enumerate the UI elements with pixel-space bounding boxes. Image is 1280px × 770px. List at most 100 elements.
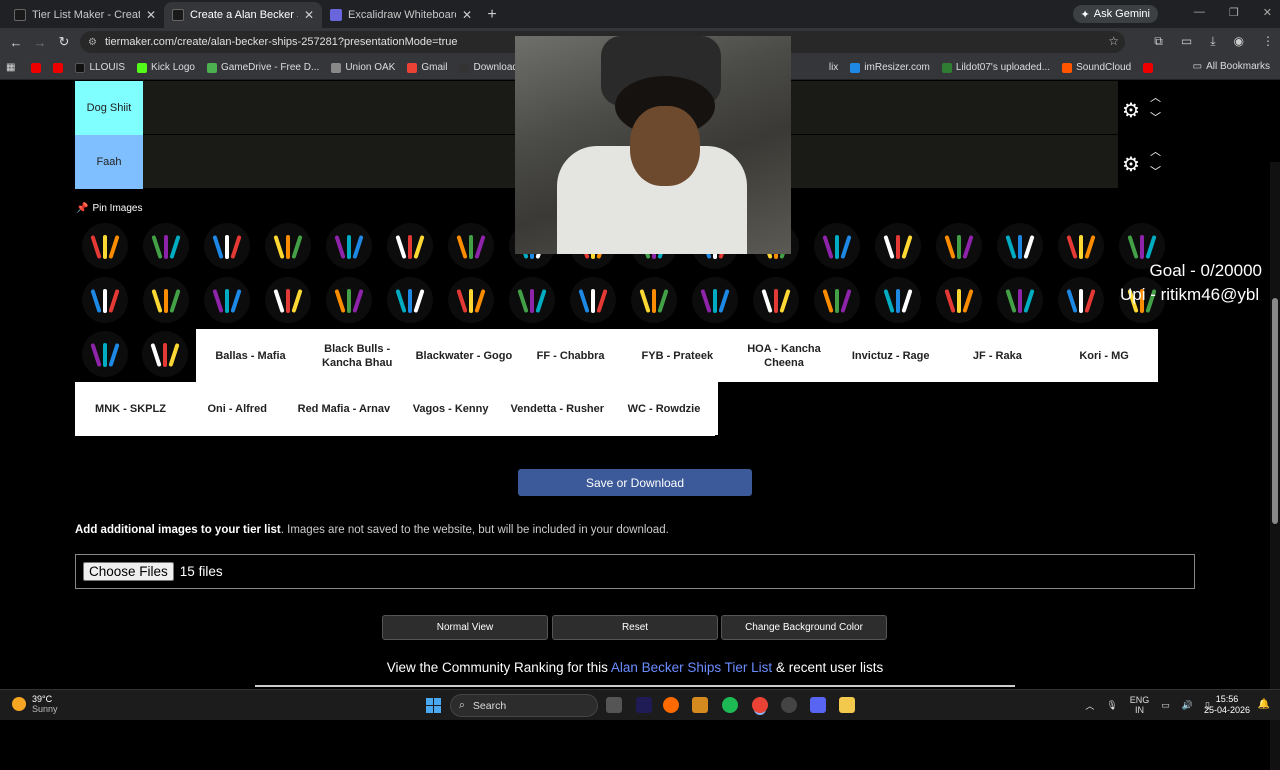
tier-name-tile[interactable]: Oni - Alfred <box>183 382 291 435</box>
obs-icon[interactable] <box>781 697 797 713</box>
chevron-up-icon[interactable]: ︿ <box>1085 699 1094 712</box>
tab-alan-becker-ships[interactable]: Create a Alan Becker Ships Tier ✕ <box>164 2 322 28</box>
ask-gemini-button[interactable]: ✦ Ask Gemini <box>1072 5 1158 23</box>
tier-image-item[interactable] <box>137 275 195 325</box>
cast-icon[interactable]: ▭ <box>1181 34 1192 49</box>
apps-icon[interactable]: ▦ <box>6 62 15 73</box>
back-icon[interactable]: ← <box>4 35 28 50</box>
close-tab-icon[interactable]: ✕ <box>304 8 314 22</box>
tier-image-item[interactable] <box>259 221 317 271</box>
tier-image-item[interactable] <box>869 221 927 271</box>
close-tab-icon[interactable]: ✕ <box>146 8 156 22</box>
tier-name-tile[interactable]: Blackwater - Gogo <box>410 329 518 382</box>
youtube-icon[interactable] <box>53 62 64 73</box>
tier-image-item[interactable] <box>1052 275 1110 325</box>
change-background-color-button[interactable]: Change Background Color <box>721 615 887 640</box>
tier-image-item[interactable] <box>991 275 1049 325</box>
download-icon[interactable]: ⤓ <box>1210 34 1215 49</box>
premiere-icon[interactable] <box>636 697 652 713</box>
tier-name-tile[interactable]: Ballas - Mafia <box>197 329 304 382</box>
file-upload-field[interactable]: Choose Files 15 files <box>75 554 1195 589</box>
chevron-up-icon[interactable]: ︿ <box>1150 143 1161 159</box>
tier-image-item[interactable] <box>259 275 317 325</box>
save-or-download-button[interactable]: Save or Download <box>518 469 752 496</box>
tab-excalidraw[interactable]: Excalidraw Whiteboard ✕ <box>322 2 480 28</box>
tier-image-item[interactable] <box>930 275 988 325</box>
tab-tier-list-maker[interactable]: Tier List Maker - Create a Tier L ✕ <box>6 2 164 28</box>
tier-image-item[interactable] <box>503 275 561 325</box>
tier-name-tile[interactable]: Vendetta - Rusher <box>503 382 611 435</box>
taskbar-search[interactable]: ⌕ Search <box>450 694 598 717</box>
firefox-icon[interactable] <box>663 697 679 713</box>
pin-images-toggle[interactable]: 📌 Pin Images <box>76 203 142 214</box>
tier-image-item[interactable] <box>442 221 500 271</box>
tier-image-item[interactable] <box>320 221 378 271</box>
normal-view-button[interactable]: Normal View <box>382 615 548 640</box>
reset-button[interactable]: Reset <box>552 615 718 640</box>
bookmark-star-icon[interactable]: ☆ <box>1108 34 1119 48</box>
weather-widget[interactable]: 39°C Sunny <box>12 694 58 714</box>
app-icon[interactable] <box>692 697 708 713</box>
tier-image-item[interactable] <box>564 275 622 325</box>
chevron-up-icon[interactable]: ︿ <box>1150 89 1161 105</box>
network-icon[interactable]: ▭ <box>1161 700 1170 711</box>
youtube-icon[interactable] <box>31 62 42 73</box>
tier-name-tile[interactable]: Vagos - Kenny <box>397 382 505 435</box>
minimize-icon[interactable]: — <box>1194 6 1205 19</box>
tier-image-item[interactable] <box>198 221 256 271</box>
chevron-down-icon[interactable]: ﹀ <box>1150 163 1161 179</box>
tier-name-tile[interactable]: MNK - SKPLZ <box>77 382 184 435</box>
tier-name-tile[interactable]: FYB - Prateek <box>623 329 731 382</box>
tier-image-item[interactable] <box>76 275 134 325</box>
clock[interactable]: 15:56 25-04-2026 <box>1204 694 1250 716</box>
tier-image-item[interactable] <box>442 275 500 325</box>
tier-image-item[interactable] <box>198 275 256 325</box>
tier-name-tile[interactable]: Red Mafia - Arnav <box>290 382 398 435</box>
windows-start-icon[interactable] <box>426 698 441 713</box>
tier-name-tile[interactable]: FF - Chabbra <box>517 329 625 382</box>
file-manager-icon[interactable] <box>606 697 622 713</box>
gear-icon[interactable]: ⚙ <box>1122 98 1140 123</box>
folder-icon[interactable] <box>839 697 855 713</box>
bookmark-lildot[interactable]: Lildot07's uploaded... <box>941 62 1050 73</box>
gear-icon[interactable]: ⚙ <box>1122 152 1140 177</box>
tier-image-item[interactable] <box>869 275 927 325</box>
community-ranking-link[interactable]: Alan Becker Ships Tier List <box>611 660 772 675</box>
language-indicator[interactable]: ENG IN <box>1130 695 1150 715</box>
bookmark-gamedrive[interactable]: GameDrive - Free D... <box>206 62 319 73</box>
all-bookmarks[interactable]: ▭ All Bookmarks <box>1193 61 1270 72</box>
tier-image-item[interactable] <box>381 221 439 271</box>
scrollbar-thumb[interactable] <box>1272 298 1278 524</box>
tier-image-item[interactable] <box>137 221 195 271</box>
profile-icon[interactable]: ◉ <box>1234 34 1244 49</box>
bookmark-imresizer[interactable]: imResizer.com <box>850 62 930 73</box>
tier-image-item[interactable] <box>320 275 378 325</box>
bookmark-partial[interactable]: lix <box>829 62 838 73</box>
tier-image-item[interactable] <box>991 221 1049 271</box>
menu-icon[interactable]: ⋮ <box>1262 34 1274 49</box>
discord-icon[interactable] <box>810 697 826 713</box>
tier-name-tile[interactable]: Black Bulls - Kancha Bhau <box>303 329 411 382</box>
microphone-icon[interactable]: 🎙 <box>1106 700 1117 711</box>
bookmark-kick-logo[interactable]: Kick Logo <box>137 62 195 73</box>
reload-icon[interactable]: ↻ <box>52 34 76 50</box>
tier-image-item[interactable] <box>381 275 439 325</box>
tier-image-item[interactable] <box>76 221 134 271</box>
forward-icon[interactable]: → <box>28 35 52 50</box>
extensions-icon[interactable]: ⧉ <box>1154 34 1163 49</box>
bookmark-union-oak[interactable]: Union OAK <box>331 62 395 73</box>
page-scrollbar[interactable] <box>1270 162 1280 770</box>
tier-label[interactable]: Dog Shiit <box>75 81 143 135</box>
chevron-down-icon[interactable]: ﹀ <box>1150 109 1161 125</box>
volume-icon[interactable]: 🔊 <box>1182 700 1193 711</box>
choose-files-button[interactable]: Choose Files <box>83 562 174 581</box>
tier-image-item[interactable] <box>136 329 194 379</box>
chrome-icon[interactable] <box>752 697 768 713</box>
tier-image-item[interactable] <box>76 329 134 379</box>
youtube-icon[interactable] <box>1143 62 1154 73</box>
tier-image-item[interactable] <box>1052 221 1110 271</box>
tier-name-tile[interactable]: JF - Raka <box>943 329 1051 382</box>
close-window-icon[interactable]: ✕ <box>1263 6 1272 19</box>
site-info-icon[interactable]: ⚙ <box>88 37 97 48</box>
tier-image-item[interactable] <box>930 221 988 271</box>
